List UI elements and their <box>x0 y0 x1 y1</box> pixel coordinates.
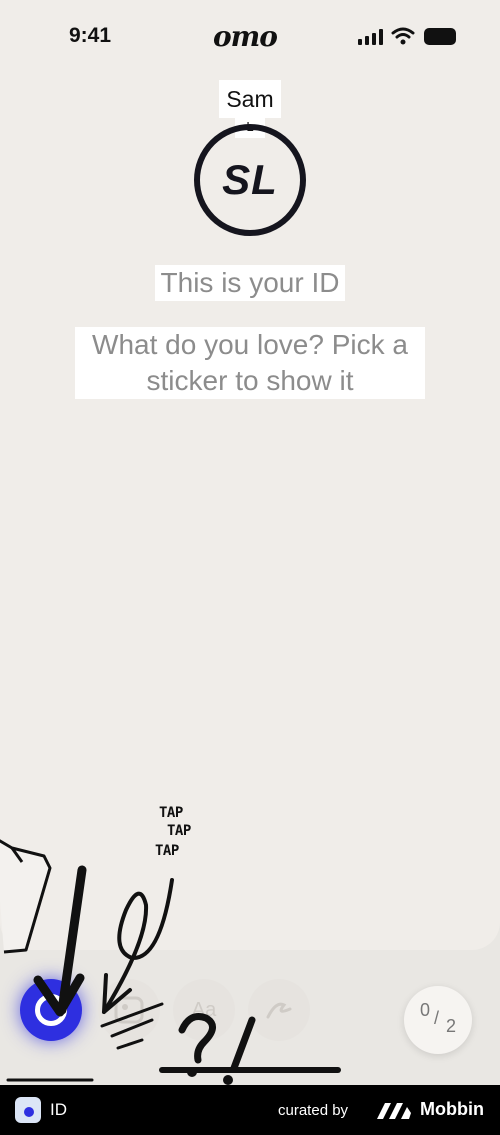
footer-bar: ID curated by Mobbin <box>0 1085 500 1135</box>
footer-brand: Mobbin <box>420 1099 484 1119</box>
sticker-prompt: What do you love? Pick a sticker to show… <box>75 327 425 399</box>
sticker-icon <box>35 994 67 1026</box>
avatar: SL <box>194 124 306 236</box>
draw-tool-button[interactable] <box>248 979 310 1041</box>
app-icon <box>15 1097 41 1123</box>
mobbin-logo-icon <box>377 1103 411 1119</box>
counter-separator: / <box>434 1008 440 1028</box>
counter-total: 2 <box>446 1016 457 1036</box>
draw-icon <box>266 1002 292 1019</box>
page-title: This is your ID <box>155 265 345 301</box>
app-logo: omo <box>213 20 278 53</box>
photo-icon <box>114 996 144 1024</box>
hint-tap-2: TAP <box>167 823 191 839</box>
hint-tap-1: TAP <box>159 805 183 821</box>
app-screen: 9:41 omo Sam L SL This is your ID What d… <box>0 0 500 1085</box>
wifi-icon <box>391 27 415 45</box>
text-tool-button[interactable]: Aa <box>173 979 235 1041</box>
status-bar: 9:41 omo <box>0 0 500 76</box>
hint-tap-3: TAP <box>155 843 179 859</box>
signal-icon <box>358 29 383 45</box>
footer-app-name: ID <box>50 1100 67 1119</box>
status-time: 9:41 <box>69 24 112 47</box>
curated-by-label: curated by <box>278 1102 349 1119</box>
sticker-counter: 0 / 2 <box>404 986 472 1054</box>
photo-tool-button[interactable] <box>98 979 160 1041</box>
user-name[interactable]: Sam <box>219 80 281 118</box>
sticker-tool-button[interactable] <box>20 979 82 1041</box>
text-icon: Aa <box>191 999 217 1021</box>
counter-current: 0 <box>420 1000 431 1020</box>
battery-icon <box>424 28 456 45</box>
